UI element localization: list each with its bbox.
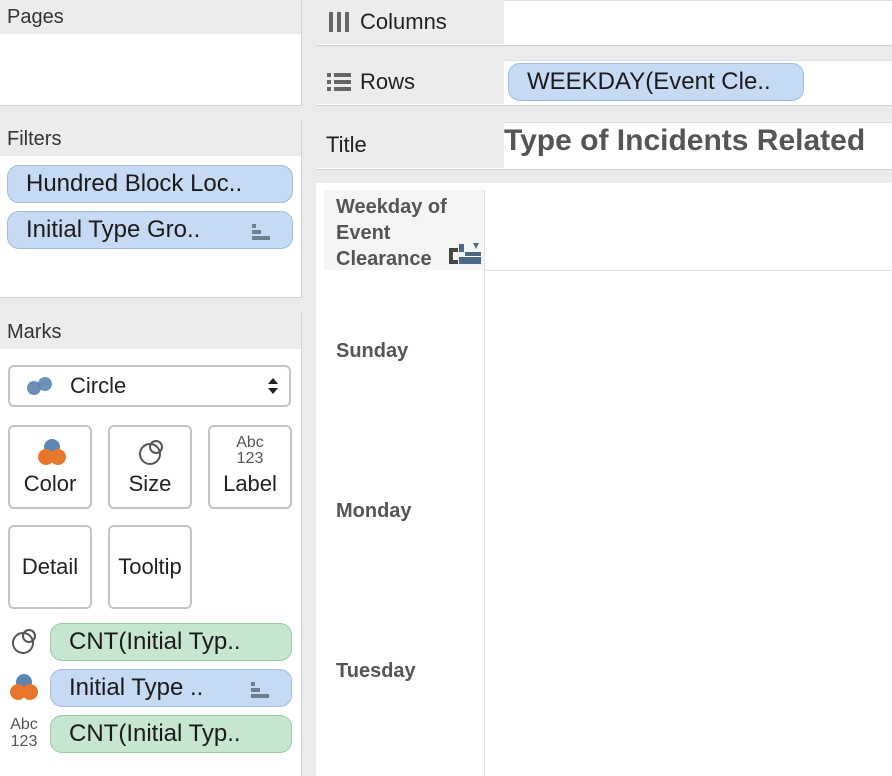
marks-field-label: CNT(Initial Typ.. [69,628,241,655]
tooltip-button-label: Tooltip [118,554,182,579]
mark-type-label: Circle [70,373,127,398]
header-bottom-divider [484,270,892,271]
marks-header: Marks [0,313,301,349]
123-icon-text: 123 [236,450,264,467]
marks-field-label[interactable]: CNT(Initial Typ.. [50,715,292,753]
abc-123-icon: Abc 123 [7,716,41,750]
row-header-monday[interactable]: Monday [336,500,412,523]
size-button[interactable]: Size [108,425,192,509]
sort-descending-icon [251,682,269,698]
size-icon [139,440,163,465]
color-icon [38,439,66,465]
rows-shelf-label: Rows [316,60,504,104]
columns-label: Columns [360,9,447,34]
filter-pill-label: Hundred Block Loc.. [26,170,243,197]
marks-field-size[interactable]: CNT(Initial Typ.. [50,623,292,661]
label-button[interactable]: Abc 123 Label [208,425,292,509]
title-shelf-label: Title [316,122,504,168]
filter-pill-hundred-block[interactable]: Hundred Block Loc.. [7,165,293,203]
marks-field-color[interactable]: Initial Type .. [50,669,292,707]
sort-descending-icon [252,224,270,240]
filters-panel: Filters [0,120,302,298]
marks-field-label: Initial Type .. [69,674,204,701]
filter-pill-label: Initial Type Gro.. [26,216,201,243]
rows-label: Rows [360,69,416,94]
detail-button-label: Detail [21,554,79,579]
abc-icon-text: Abc [10,716,38,733]
size-button-label: Size [128,471,172,496]
rows-pill-label: WEEKDAY(Event Cle.. [527,68,771,95]
label-button-label: Label [223,471,277,496]
color-button-label: Color [23,471,77,496]
rows-pill-weekday[interactable]: WEEKDAY(Event Cle.. [508,63,804,101]
123-icon-text: 123 [10,733,38,750]
color-button[interactable]: Color [8,425,92,509]
rows-icon [327,73,351,91]
row-header-divider [484,190,485,776]
mark-type-dropdown[interactable]: Circle [8,365,291,407]
circle-mark-icon [27,377,52,395]
row-header-title[interactable]: Weekday of Event Clearance [336,194,456,272]
columns-icon [329,12,349,32]
filter-pill-initial-type[interactable]: Initial Type Gro.. [7,211,293,249]
detail-button[interactable]: Detail [8,525,92,609]
tooltip-button[interactable]: Tooltip [108,525,192,609]
marks-field-label-text: CNT(Initial Typ.. [69,720,241,747]
title-label: Title [326,132,367,157]
view-title[interactable]: Type of Incidents Related [504,122,865,162]
abc-123-icon: Abc 123 [210,435,290,467]
pages-panel: Pages [0,0,302,106]
pages-header: Pages [0,0,301,34]
size-icon [12,629,36,654]
row-header-sunday[interactable]: Sunday [336,340,408,363]
color-icon [10,674,38,700]
sort-field-icon[interactable] [449,242,483,266]
filters-header: Filters [0,120,301,156]
abc-icon-text: Abc [236,434,264,451]
columns-shelf-label: Columns [316,0,504,44]
select-arrows-icon [268,378,278,394]
row-header-tuesday[interactable]: Tuesday [336,660,416,683]
